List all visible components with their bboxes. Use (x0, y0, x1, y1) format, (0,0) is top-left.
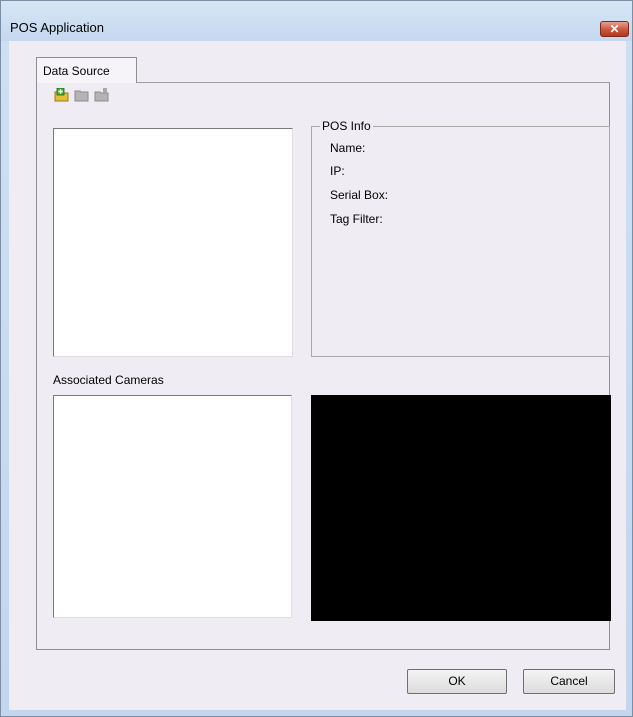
dialog-client-area: Data Source POS Info Name: IP: Serial Bo… (9, 41, 626, 710)
pos-list[interactable] (53, 128, 293, 357)
title-bar[interactable]: POS Application ✕ (1, 1, 632, 41)
pos-name-label: Name: (330, 141, 366, 155)
pos-ip-label: IP: (330, 164, 345, 178)
remove-folder-icon (94, 88, 109, 102)
tab-panel-data-source: POS Info Name: IP: Serial Box: Tag Filte… (36, 82, 611, 650)
add-folder-icon[interactable] (54, 88, 69, 102)
pos-serial-box-label: Serial Box: (330, 188, 389, 202)
cancel-button[interactable]: Cancel (523, 669, 615, 694)
ok-button[interactable]: OK (407, 669, 507, 694)
pos-tag-filter-label: Tag Filter: (330, 212, 383, 226)
pos-info-group: POS Info Name: IP: Serial Box: Tag Filte… (311, 119, 610, 357)
close-icon: ✕ (609, 22, 620, 36)
pos-info-legend: POS Info (320, 119, 373, 133)
dialog-window: POS Application ✕ Data Source POS Info N… (0, 0, 633, 717)
tab-data-source[interactable]: Data Source (36, 57, 137, 83)
folder-icon (74, 90, 89, 102)
associated-cameras-label: Associated Cameras (53, 373, 164, 387)
tab-label: Data Source (43, 64, 110, 78)
close-button[interactable]: ✕ (600, 21, 629, 37)
camera-preview (311, 395, 611, 621)
associated-cameras-list[interactable] (53, 395, 292, 618)
window-title: POS Application (10, 20, 104, 35)
